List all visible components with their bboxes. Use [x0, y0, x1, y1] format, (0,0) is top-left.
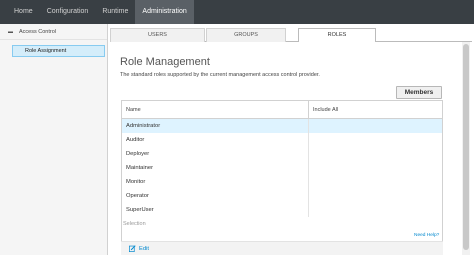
column-header-include-all[interactable]: Include All	[309, 101, 442, 118]
role-include-all	[309, 175, 442, 189]
tab-roles[interactable]: ROLES	[298, 28, 376, 43]
nav-configuration[interactable]: Configuration	[40, 0, 96, 24]
role-include-all	[309, 189, 442, 203]
tab-bar: USERS GROUPS ROLES	[110, 24, 472, 43]
role-name: Administrator	[122, 119, 309, 133]
table-row[interactable]: Administrator	[122, 119, 442, 133]
table-row[interactable]: Monitor	[122, 175, 442, 189]
table-row[interactable]: SuperUser	[122, 203, 442, 217]
page-title: Role Management	[120, 56, 210, 68]
tab-groups[interactable]: GROUPS	[206, 28, 286, 42]
role-name: Maintainer	[122, 161, 309, 175]
nav-runtime[interactable]: Runtime	[95, 0, 135, 24]
table-row[interactable]: Operator	[122, 189, 442, 203]
tab-users[interactable]: USERS	[110, 28, 205, 42]
sidebar-item-role-assignment[interactable]: Role Assignment	[12, 45, 105, 57]
roles-table: Name Include All Administrator Auditor D…	[121, 100, 443, 255]
nav-home[interactable]: Home	[0, 0, 40, 24]
table-row[interactable]: Deployer	[122, 147, 442, 161]
role-include-all	[309, 119, 442, 133]
role-name: Auditor	[122, 133, 309, 147]
role-name: Monitor	[122, 175, 309, 189]
page-description: The standard roles supported by the curr…	[120, 72, 320, 78]
top-navigation: Home Configuration Runtime Administratio…	[0, 0, 474, 24]
edit-label: Edit	[139, 245, 149, 252]
scrollbar-thumb[interactable]	[463, 44, 469, 250]
members-button[interactable]: Members	[396, 86, 442, 99]
table-row[interactable]: Maintainer	[122, 161, 442, 175]
role-name: SuperUser	[122, 203, 309, 217]
sidebar-group-label: Access Control	[19, 28, 56, 35]
role-name: Deployer	[122, 147, 309, 161]
selection-action-bar: Edit	[121, 241, 443, 255]
edit-button[interactable]: Edit	[129, 245, 149, 252]
table-header: Name Include All	[122, 101, 442, 119]
column-header-name[interactable]: Name	[122, 101, 309, 118]
sidebar: ▬ Access Control Role Assignment	[0, 24, 108, 255]
role-include-all	[309, 147, 442, 161]
role-include-all	[309, 133, 442, 147]
chevron-down-icon: ▬	[8, 28, 13, 35]
edit-icon	[129, 245, 136, 252]
table-row[interactable]: Auditor	[122, 133, 442, 147]
need-help-link[interactable]: Need Help?	[414, 233, 439, 238]
role-name: Operator	[122, 189, 309, 203]
selection-label: Selection	[123, 221, 146, 227]
main-content: Role Management The standard roles suppo…	[110, 42, 472, 255]
role-include-all	[309, 203, 442, 217]
role-include-all	[309, 161, 442, 175]
vertical-scrollbar[interactable]	[462, 42, 470, 255]
nav-administration[interactable]: Administration	[135, 0, 194, 24]
sidebar-group-access-control[interactable]: ▬ Access Control	[0, 24, 107, 40]
